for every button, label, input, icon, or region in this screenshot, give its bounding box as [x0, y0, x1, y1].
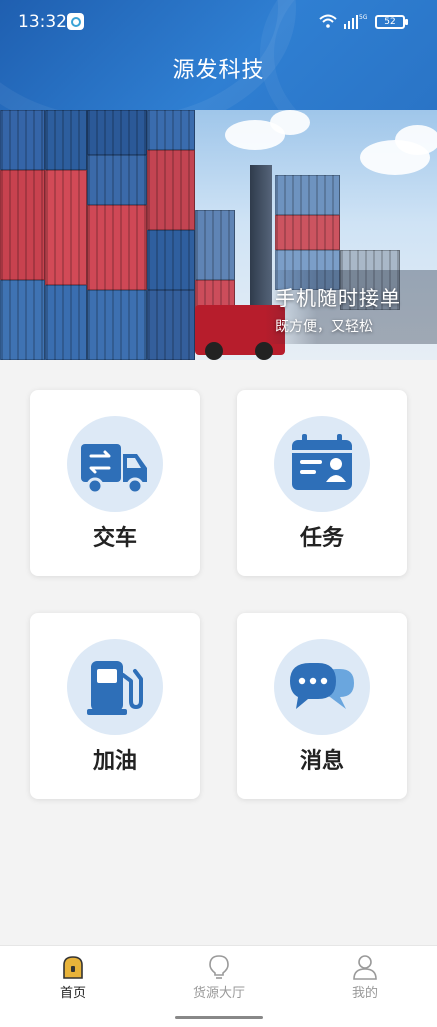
status-time: 13:32 [18, 12, 67, 32]
menu-card-label: 任务 [299, 526, 344, 551]
app-title: 源发科技 [172, 58, 265, 83]
menu-icon-bg [67, 639, 163, 735]
tab-label: 我的 [351, 986, 378, 1001]
battery-icon: 52 [375, 15, 408, 29]
menu-card-messages[interactable]: 消息 [237, 613, 407, 799]
banner-title: 手机随时接单 [275, 286, 401, 310]
menu-card-label: 加油 [92, 749, 137, 774]
container-stack [195, 210, 235, 280]
cloud [270, 110, 310, 135]
user-icon [353, 955, 377, 980]
home-indicator [175, 1016, 263, 1019]
bottom-tab-bar: 首页 货源大厅 我的 [0, 945, 437, 1027]
crane-wheel [255, 342, 273, 360]
tab-label: 首页 [59, 986, 86, 1001]
chat-bubbles-icon [290, 663, 354, 709]
signal-icon: 5G [344, 14, 367, 29]
container-stack [275, 215, 340, 250]
menu-icon-bg [274, 639, 370, 735]
menu-card-label: 消息 [299, 749, 344, 774]
menu-card-tasks[interactable]: 任务 [237, 390, 407, 576]
fuel-pump-icon [87, 661, 143, 715]
home-icon [63, 956, 83, 979]
container-stack [275, 175, 340, 215]
signal-label: 5G [359, 14, 367, 21]
banner-subtitle: 既方便，又轻松 [275, 319, 373, 335]
menu-card-label: 交车 [92, 526, 137, 551]
cloud [395, 125, 437, 155]
menu-card-refuel[interactable]: 加油 [30, 613, 200, 799]
lightbulb-icon [209, 955, 229, 979]
menu-card-deliver-vehicle[interactable]: 交车 [30, 390, 200, 576]
tab-cargo-hall[interactable]: 货源大厅 [146, 946, 292, 1016]
calendar-card-icon [292, 434, 352, 490]
header: 13:32 5G 52 源发科技 [0, 0, 437, 110]
app-icon [67, 13, 84, 30]
truck-icon [81, 444, 147, 495]
crane-wheel [205, 342, 223, 360]
tab-home[interactable]: 首页 [0, 946, 146, 1016]
menu-icon-bg [67, 416, 163, 512]
tab-profile[interactable]: 我的 [292, 946, 437, 1016]
tab-label: 货源大厅 [192, 986, 245, 1001]
wifi-icon [319, 14, 337, 28]
banner-carousel[interactable]: 手机随时接单 既方便，又轻松 [0, 110, 437, 360]
container-wall [0, 110, 195, 360]
status-bar: 13:32 5G 52 [0, 0, 437, 46]
menu-icon-bg [274, 416, 370, 512]
